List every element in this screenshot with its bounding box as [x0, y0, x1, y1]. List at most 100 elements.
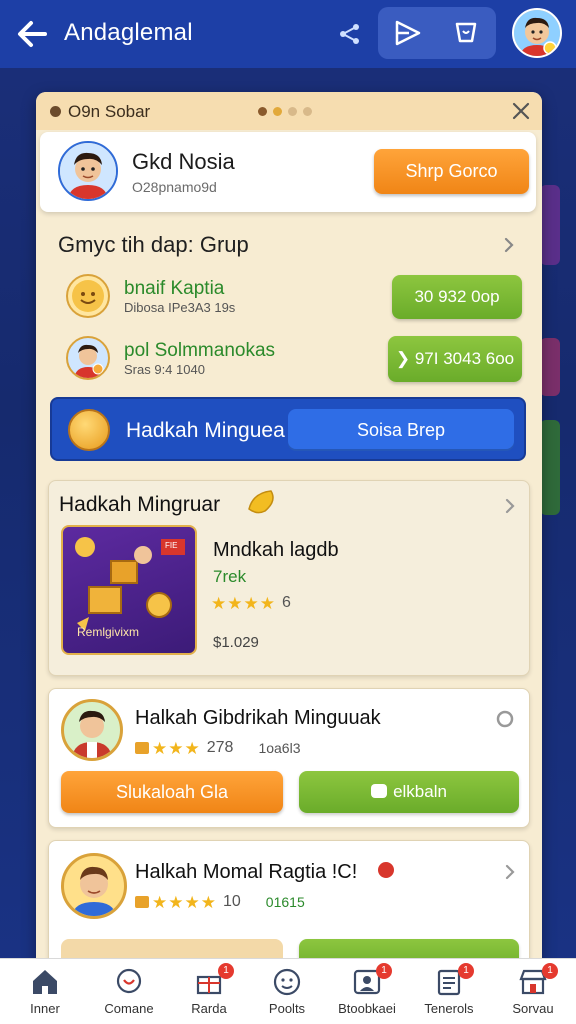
nav-item-btoobkaei[interactable]: 1 Btoobkaei: [326, 959, 408, 1024]
promo-badge: FIE: [165, 541, 178, 550]
event-count: 10: [223, 893, 241, 910]
pager-dot[interactable]: [258, 107, 267, 116]
group-avatar-1: [66, 274, 110, 318]
star-icon: ★: [168, 738, 184, 758]
person-avatar-icon: [72, 866, 116, 916]
chevron-right-icon[interactable]: [501, 863, 519, 881]
pager-dot[interactable]: [288, 107, 297, 116]
chevron-right-icon: ❯: [395, 349, 415, 368]
pager-dot[interactable]: [303, 107, 312, 116]
nav-label: Tenerols: [424, 1001, 474, 1016]
event-avatar-2: [61, 853, 127, 919]
star-icon: ★: [184, 892, 200, 912]
star-icon: ★: [152, 892, 168, 912]
nav-item-rarda[interactable]: 1 Rarda: [168, 959, 250, 1024]
notification-badge: 1: [458, 963, 474, 979]
star-icon: ★: [152, 738, 168, 758]
rating-value: 6: [282, 594, 291, 611]
play-button[interactable]: [388, 15, 428, 51]
chevron-right-icon[interactable]: [500, 236, 518, 254]
nav-item-sorvau[interactable]: 1 Sorvau: [492, 959, 574, 1024]
share-icon: [340, 24, 359, 44]
share-button[interactable]: [334, 18, 366, 50]
notification-badge: 1: [542, 963, 558, 979]
panel-header: O9n Sobar: [36, 92, 542, 130]
background-card-right-1: [540, 185, 560, 265]
pager-dot[interactable]: [273, 107, 282, 116]
nav-label: Sorvau: [512, 1001, 554, 1016]
event-card-title: Halkah Momal Ragtia !C!: [135, 861, 358, 883]
nav-item-comane[interactable]: Comane: [88, 959, 170, 1024]
star-icon: ★: [168, 892, 184, 912]
star-icon: ★: [184, 738, 200, 758]
user-avatar-icon: [514, 10, 560, 56]
profile-subtitle: O28pnamo9d: [132, 179, 217, 195]
promo-image[interactable]: FIE Remlgivixm: [61, 525, 197, 655]
profile-name: Gkd Nosia: [132, 149, 235, 174]
star-icon: ★: [211, 593, 227, 613]
star-icon: ★: [259, 593, 275, 613]
pager-dots[interactable]: [258, 107, 312, 116]
face-icon: [273, 968, 301, 996]
nav-item-tenerols[interactable]: 1 Tenerols: [408, 959, 490, 1024]
nav-item-inner[interactable]: Inner: [4, 959, 86, 1024]
profile-card: Gkd Nosia O28pnamo9d Shrp Gorco: [40, 132, 536, 212]
group-avatar-2: [66, 336, 110, 380]
coin-face-icon: [72, 280, 104, 312]
coin-stack-icon: [135, 742, 149, 754]
event-card-1: Halkah Gibdrikah Minguuak ★ ★ ★ 278 1oa6…: [48, 688, 530, 828]
cup-button[interactable]: [446, 15, 486, 51]
rating-stars: ★ ★ ★ ★ 6: [211, 594, 291, 612]
chevron-right-icon[interactable]: [501, 497, 519, 515]
rating-stars: ★ ★ ★ 278 1oa6l3: [135, 739, 301, 757]
weekly-item-title: Mndkah lagdb: [213, 539, 339, 561]
weekly-card: Hadkah Mingruar FIE Remlgivixm Mndkah la…: [48, 480, 530, 676]
background-card-right-2: [540, 338, 560, 396]
group-row-button-label: 97I 3043 6oo: [414, 349, 515, 368]
event-code: 1oa6l3: [258, 740, 301, 756]
nav-label: Comane: [104, 1001, 154, 1016]
bottom-nav: Inner Comane 1 Rarda Poolts 1 Btoobkaei: [0, 958, 576, 1024]
nav-item-poolts[interactable]: Poolts: [246, 959, 328, 1024]
status-dot: [50, 106, 61, 117]
event-right-button-label: elkbaln: [393, 782, 447, 801]
star-icon: ★: [227, 593, 243, 613]
event-left-button[interactable]: Slukaloah Gla: [61, 771, 283, 813]
top-bar: Andaglemal: [0, 0, 576, 68]
play-icon: [395, 20, 421, 46]
event-card-2: Halkah Momal Ragtia !C! ★ ★ ★ ★ 10 01615: [48, 840, 530, 973]
person-avatar-icon: [74, 344, 104, 378]
notification-badge: 1: [218, 963, 234, 979]
main-panel: O9n Sobar Gkd Nosia O28pnamo9d Shrp Gorc…: [36, 92, 542, 973]
rating-stars: ★ ★ ★ ★ 10 01615: [135, 893, 305, 911]
profile-action-button[interactable]: Shrp Gorco: [374, 149, 529, 194]
tool-group: [378, 7, 496, 59]
event-right-button[interactable]: elkbaln: [299, 771, 519, 813]
weekly-card-title: Hadkah Mingruar: [59, 493, 221, 516]
nav-label: Inner: [30, 1001, 60, 1016]
promo-label: Remlgivixm: [77, 625, 140, 639]
event-avatar-1: [61, 699, 123, 761]
close-icon[interactable]: [510, 100, 532, 122]
group-row-button[interactable]: 30 932 0op: [392, 275, 522, 319]
user-avatar[interactable]: [512, 8, 562, 58]
event-count: 278: [206, 739, 234, 756]
back-arrow-icon: [18, 21, 47, 47]
weekly-item-price: $1.029: [213, 634, 259, 651]
profile-avatar: [58, 141, 118, 201]
profile-avatar-icon: [60, 143, 116, 199]
back-button[interactable]: [12, 14, 52, 54]
star-icon: ★: [243, 593, 259, 613]
home-icon: [33, 970, 57, 994]
notification-badge: 1: [376, 963, 392, 979]
banner-button[interactable]: Soisa Brep: [288, 409, 514, 451]
banner-title: Hadkah Minguea: [126, 419, 285, 442]
cup-icon: [455, 22, 477, 43]
group-section-title: Gmyc tih dap: Grup: [58, 232, 249, 257]
group-row-button[interactable]: ❯ 97I 3043 6oo: [388, 336, 522, 382]
chat-icon: [116, 968, 142, 994]
loading-icon[interactable]: [495, 709, 515, 729]
panel-header-title: O9n Sobar: [68, 102, 151, 121]
background-card-right-3: [540, 420, 560, 515]
fire-badge-icon: [378, 862, 394, 878]
